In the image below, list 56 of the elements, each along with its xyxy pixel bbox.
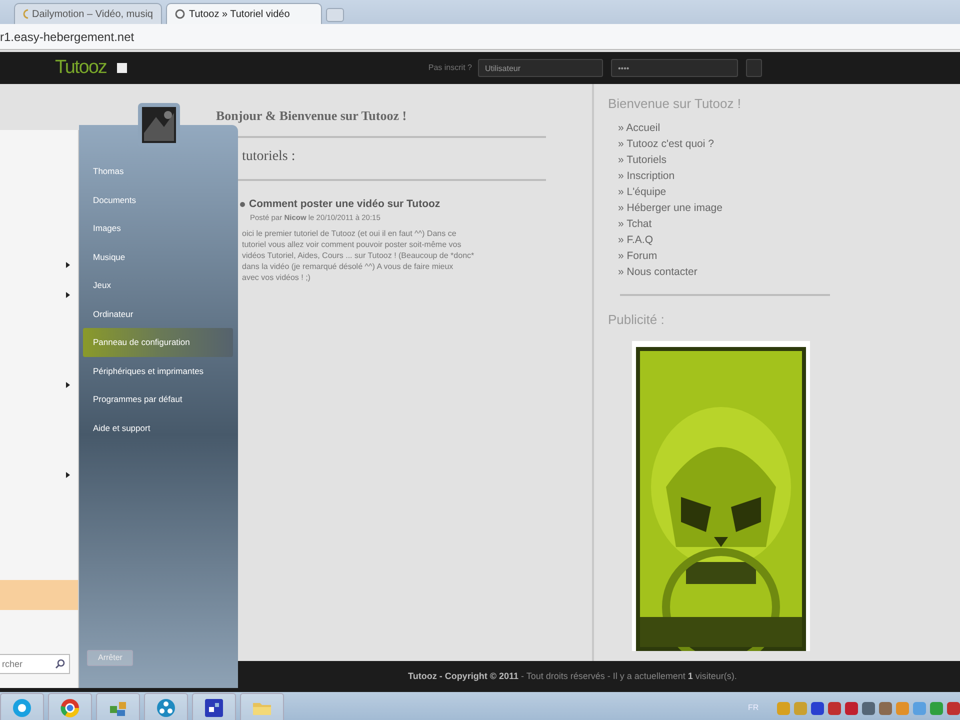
sidebar-link[interactable]: » Nous contacter — [608, 264, 822, 280]
search-icon — [55, 659, 65, 669]
start-menu-item[interactable]: Aide et support — [83, 414, 233, 442]
start-menu-item[interactable]: Panneau de configuration — [83, 328, 233, 356]
footer-text: Tutooz - Copyright © 2011 - Tout droits réservés - Il y a actuellement 1 visiteur(s). — [408, 670, 737, 683]
sidebar-link[interactable]: » Tutoriels — [608, 152, 822, 168]
start-menu-item[interactable]: Musique — [83, 242, 233, 271]
ad-heading: Publicité : — [608, 310, 666, 328]
article-title[interactable]: Comment poster une vidéo sur Tutooz — [249, 196, 440, 212]
search-field[interactable]: rcher — [0, 654, 70, 674]
welcome-heading: Bonjour & Bienvenue sur Tutooz ! — [216, 107, 408, 125]
share-icon — [156, 698, 176, 718]
start-menu-item[interactable]: Programmes par défaut — [83, 385, 233, 414]
start-menu-item[interactable]: Thomas — [83, 157, 233, 186]
sidebar-link[interactable]: » Tchat — [608, 216, 822, 232]
submenu-arrow-icon — [66, 292, 70, 298]
page-icon — [116, 62, 128, 74]
login-button[interactable] — [746, 59, 762, 77]
sidebar-link[interactable]: » L'équipe — [608, 184, 822, 200]
page-icon — [175, 9, 185, 19]
page-icon — [23, 9, 28, 19]
bullet-icon — [240, 202, 245, 207]
section-heading: tutoriels : — [242, 148, 296, 166]
article-text-line: tutoriel vous allez voir comment pouvoir poster soit-même vos — [242, 238, 462, 250]
sidebar-link[interactable]: » Accueil — [608, 120, 822, 136]
password-field[interactable]: •••• — [610, 59, 738, 77]
article-text-line: avec vos vidéos ! ;) — [242, 272, 312, 282]
taskbar-button[interactable] — [48, 693, 92, 720]
new-tab-button[interactable] — [326, 8, 344, 22]
article-text-line: dans la vidéo (je remarqué désolé ^^) A vous de faire mieux — [242, 260, 454, 272]
sidebar-link[interactable]: » Forum — [608, 248, 822, 264]
start-menu-item[interactable]: Périphériques et imprimantes — [83, 356, 233, 385]
submenu-arrow-icon — [66, 382, 70, 388]
start-menu-item[interactable]: Ordinateur — [83, 300, 233, 328]
submenu-arrow-icon — [66, 472, 70, 478]
browser-tab[interactable]: Dailymotion – Vidéo, musiq — [14, 3, 162, 24]
app-window-icon — [204, 698, 224, 718]
sidebar-link[interactable]: » Tutooz c'est quoi ? — [608, 136, 822, 152]
sidebar-link[interactable]: » Inscription — [608, 168, 822, 184]
address-text[interactable]: r1.easy-hebergement.net — [0, 28, 134, 46]
sidebar-heading: Bienvenue sur Tutooz ! — [608, 95, 742, 113]
taskbar-button[interactable] — [192, 693, 236, 720]
browser-icon — [60, 698, 80, 718]
article-text-line: vidéos Tutoriel, Aides, Cours ... sur Tutooz ! (Beaucoup de *donc* — [242, 250, 476, 260]
login-prompt: Pas inscrit ? — [428, 62, 472, 74]
submenu-arrow-icon — [66, 262, 70, 268]
site-logo[interactable]: Tutooz — [55, 54, 106, 82]
sidebar-link[interactable]: » F.A.Q — [608, 232, 822, 248]
start-menu-item[interactable]: Documents — [83, 186, 233, 214]
taskbar-button[interactable] — [144, 693, 188, 720]
start-menu-item[interactable]: Jeux — [83, 271, 233, 300]
start-menu-item[interactable]: Images — [83, 214, 233, 242]
article-text-line: oici le premier tutoriel de Tutooz (et oui il en faut ^^) Dans ce — [242, 228, 458, 238]
sidebar-link[interactable]: » Héberger une image — [608, 200, 822, 216]
browser-tab[interactable]: Tutooz » Tutoriel vidéo — [166, 3, 322, 24]
username-field[interactable]: Utilisateur — [478, 59, 603, 77]
